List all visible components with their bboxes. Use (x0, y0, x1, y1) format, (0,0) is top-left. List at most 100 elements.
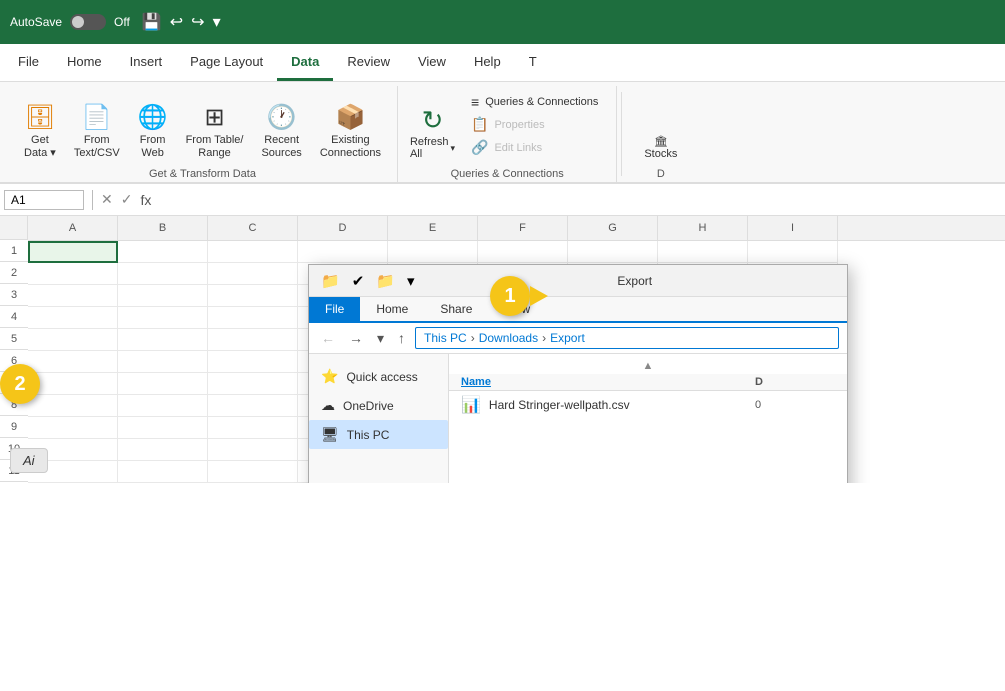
recent-sources-button[interactable]: 🕐 RecentSources (253, 98, 309, 164)
cell-c8[interactable] (208, 395, 298, 417)
fe-path-downloads[interactable]: Downloads (479, 331, 538, 345)
fe-sidebar-quick-access[interactable]: ⭐ Quick access (309, 362, 448, 391)
from-web-button[interactable]: 🌐 FromWeb (130, 98, 176, 164)
cell-c3[interactable] (208, 285, 298, 307)
get-data-icon: 🗄 (25, 103, 55, 132)
toggle-knob (72, 16, 84, 28)
fe-quick-access-dropdown[interactable]: ▾ (403, 270, 419, 292)
cell-c7[interactable] (208, 373, 298, 395)
cell-reference-input[interactable] (4, 190, 84, 210)
cell-g1[interactable] (568, 241, 658, 263)
fe-tab-file[interactable]: File (309, 297, 360, 323)
autosave-toggle[interactable] (70, 14, 106, 30)
cell-b6[interactable] (118, 351, 208, 373)
menu-data[interactable]: Data (277, 44, 333, 81)
from-text-csv-button[interactable]: 📄 FromText/CSV (66, 98, 128, 164)
fe-forward-button[interactable]: → (345, 328, 367, 348)
cell-a2[interactable] (28, 263, 118, 285)
row-header-2: 2 (0, 262, 28, 284)
menu-page-layout[interactable]: Page Layout (176, 44, 277, 81)
cell-a5[interactable] (28, 329, 118, 351)
fe-col-name-header[interactable]: Name (461, 376, 755, 388)
list-item[interactable]: 📊 Hard Stringer-wellpath.csv 0 (449, 391, 847, 419)
cell-b8[interactable] (118, 395, 208, 417)
cell-b4[interactable] (118, 307, 208, 329)
menu-help[interactable]: Help (460, 44, 515, 81)
fe-up-button[interactable]: ↑ (394, 328, 409, 348)
fe-tab-share[interactable]: Share (424, 297, 488, 323)
menu-review[interactable]: Review (333, 44, 404, 81)
formula-fx[interactable]: fx (140, 192, 151, 208)
redo-icon[interactable]: ↪ (191, 12, 204, 32)
cell-b7[interactable] (118, 373, 208, 395)
cell-h1[interactable] (658, 241, 748, 263)
cell-b9[interactable] (118, 417, 208, 439)
fe-address-path[interactable]: This PC › Downloads › Export (415, 327, 839, 349)
cell-a4[interactable] (28, 307, 118, 329)
cell-b5[interactable] (118, 329, 208, 351)
autosave-label: AutoSave (10, 15, 62, 29)
fe-this-pc-icon: 🖥 (321, 426, 339, 443)
properties-button[interactable]: 📋 Properties (465, 114, 604, 135)
save-icon[interactable]: 💾 (142, 12, 162, 32)
from-table-range-label: From Table/Range (186, 134, 244, 160)
cell-c9[interactable] (208, 417, 298, 439)
menu-t[interactable]: T (515, 44, 551, 81)
properties-icon: 📋 (471, 116, 488, 133)
stocks-button[interactable]: 🏛 Stocks (634, 98, 687, 164)
fe-col-headers: Name D (449, 374, 847, 391)
cell-a7[interactable] (28, 373, 118, 395)
cell-c4[interactable] (208, 307, 298, 329)
from-table-range-button[interactable]: ⊞ From Table/Range (178, 98, 252, 164)
fe-quick-access-icon: ⭐ (321, 368, 338, 385)
cell-a3[interactable] (28, 285, 118, 307)
formula-bar-divider (92, 190, 93, 210)
edit-links-button[interactable]: 🔗 Edit Links (465, 137, 604, 158)
existing-connections-button[interactable]: 📦 ExistingConnections (312, 98, 389, 164)
cell-c5[interactable] (208, 329, 298, 351)
cell-b1[interactable] (118, 241, 208, 263)
fe-tab-home[interactable]: Home (360, 297, 424, 323)
cell-c1[interactable] (208, 241, 298, 263)
row-header-1: 1 (0, 240, 28, 262)
fe-sidebar-this-pc[interactable]: 🖥 This PC (309, 420, 448, 449)
cell-b10[interactable] (118, 439, 208, 461)
cell-b3[interactable] (118, 285, 208, 307)
cell-e1[interactable] (388, 241, 478, 263)
cell-b11[interactable] (118, 461, 208, 483)
row-header-5: 5 (0, 328, 28, 350)
existing-connections-icon: 📦 (335, 103, 365, 132)
refresh-all-button[interactable]: ↻ RefreshAll ▾ (406, 98, 459, 164)
cell-c10[interactable] (208, 439, 298, 461)
cell-i1[interactable] (748, 241, 838, 263)
cell-c6[interactable] (208, 351, 298, 373)
cell-d1[interactable] (298, 241, 388, 263)
cell-c2[interactable] (208, 263, 298, 285)
formula-cancel[interactable]: ✕ (101, 191, 113, 208)
ribbon-buttons-qc: ↻ RefreshAll ▾ ≡ Queries & Connections 📋… (406, 86, 608, 164)
fe-recent-button[interactable]: ▾ (373, 328, 388, 349)
quick-access-dropdown[interactable]: ▾ (213, 12, 221, 32)
queries-connections-button[interactable]: ≡ Queries & Connections (465, 92, 604, 112)
undo-icon[interactable]: ↩ (170, 12, 183, 32)
menu-insert[interactable]: Insert (116, 44, 177, 81)
cell-a6[interactable] (28, 351, 118, 373)
refresh-label-row: RefreshAll ▾ (410, 136, 455, 160)
fe-path-export[interactable]: Export (550, 331, 585, 345)
cell-a8[interactable] (28, 395, 118, 417)
cell-a9[interactable] (28, 417, 118, 439)
formula-confirm[interactable]: ✓ (121, 191, 133, 208)
get-data-button[interactable]: 🗄 GetData ▾ (16, 98, 64, 164)
menu-home[interactable]: Home (53, 44, 116, 81)
ribbon-separator (621, 92, 622, 176)
cell-c11[interactable] (208, 461, 298, 483)
fe-path-thispc[interactable]: This PC (424, 331, 467, 345)
cell-a1[interactable] (28, 241, 118, 263)
cell-b2[interactable] (118, 263, 208, 285)
col-header-i: I (748, 216, 838, 240)
menu-file[interactable]: File (4, 44, 53, 81)
fe-sidebar-onedrive[interactable]: ☁ OneDrive (309, 391, 448, 420)
cell-f1[interactable] (478, 241, 568, 263)
menu-view[interactable]: View (404, 44, 460, 81)
fe-back-button[interactable]: ← (317, 328, 339, 348)
